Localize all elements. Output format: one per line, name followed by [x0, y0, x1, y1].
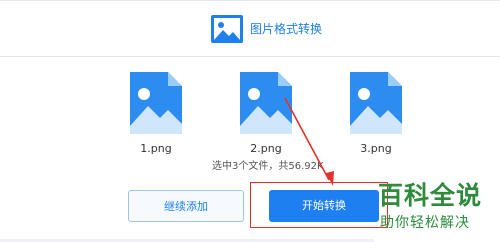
watermark: 百科全说 助你轻松解决 — [374, 180, 500, 242]
watermark-sub: 助你轻松解决 — [380, 215, 470, 231]
watermark-main: 百科全说 — [378, 181, 483, 210]
